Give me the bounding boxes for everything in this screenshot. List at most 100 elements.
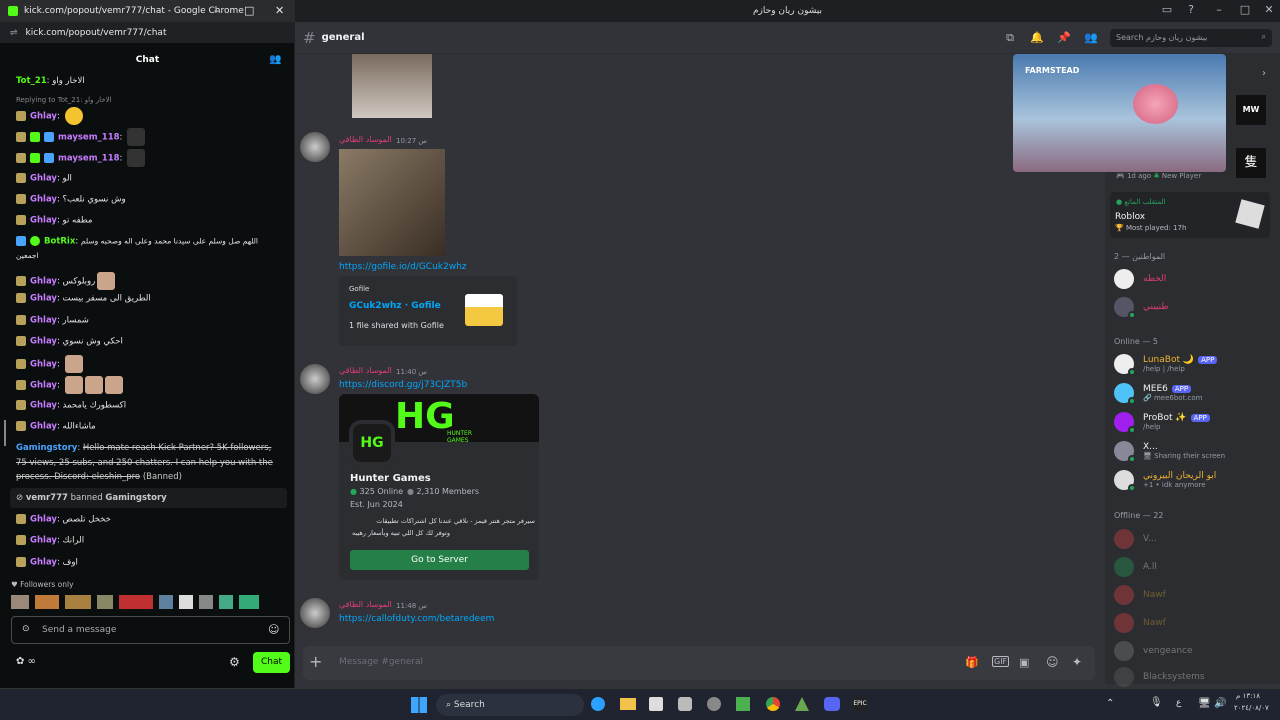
search-input[interactable]: Search بيشون ريان وحازم ⌕ (1110, 29, 1272, 47)
member-item[interactable]: الخطه (1114, 269, 1166, 289)
video-title: FARMSTEAD (1025, 66, 1080, 75)
input-icon: ⊙ (22, 624, 30, 634)
app-icon[interactable] (707, 697, 721, 711)
member-item-x[interactable]: X... 🖥 Sharing their screen (1114, 441, 1225, 463)
start-icon[interactable] (411, 697, 427, 713)
member-item[interactable]: طنيبني (1114, 297, 1169, 319)
member-item-offline[interactable]: Nawf (1114, 585, 1166, 605)
member-item-probot[interactable]: ProBot ✨ APP/help (1114, 412, 1210, 434)
member-item-offline[interactable]: Nawf (1114, 613, 1166, 633)
go-to-server-button[interactable]: Go to Server (350, 550, 529, 570)
ban-icon: ⊘ (16, 493, 24, 503)
close-icon[interactable]: ✕ (1263, 4, 1275, 16)
message-author[interactable]: الموساد الطاقي (339, 366, 392, 375)
gofile-embed: Gofile GCuk2whz · Gofile 1 file shared w… (339, 276, 517, 346)
member-item-offline[interactable]: Blacksystems (1114, 667, 1205, 687)
chevron-right-icon[interactable]: › (1262, 68, 1266, 79)
clock-time[interactable]: ١٣:١٨ م (1236, 692, 1260, 700)
volume-icon[interactable]: 🔊 (1214, 698, 1226, 709)
add-attachment-icon[interactable]: + (309, 652, 322, 671)
chat-message: maysem_118: (16, 149, 146, 167)
chat-message: Ghlay: روبلوكس (16, 272, 116, 290)
epic-games-icon[interactable]: EPIC (853, 697, 867, 711)
member-item-offline[interactable]: vengeance (1114, 641, 1193, 661)
cod-link[interactable]: https://callofduty.com/betaredeem (339, 614, 494, 624)
member-item-mee6[interactable]: MEE6 APP 🔗 mee6bot.com (1114, 383, 1203, 405)
member-item-biruni[interactable]: ابو الريحان البيروني +1 • idk anymore (1114, 470, 1216, 492)
server-icon: HG (349, 420, 395, 466)
site-info-icon[interactable]: ⇌ (10, 28, 18, 38)
emoji-icon[interactable]: ☺ (1046, 655, 1059, 669)
app-icon[interactable] (736, 697, 750, 711)
member-item-lunabot[interactable]: LunaBot 🌙 APP/help | /help (1114, 354, 1218, 376)
pin-icon[interactable]: 📌 (1057, 31, 1071, 44)
monkey-gif[interactable] (339, 149, 445, 256)
app-icon[interactable] (678, 697, 692, 711)
message-author[interactable]: الموساد الطاقي (339, 135, 392, 144)
settings-gear-icon[interactable]: ⚙ (229, 655, 240, 669)
network-icon[interactable]: 🖥 (1198, 698, 1211, 709)
users-icon[interactable]: 👥 (269, 54, 281, 65)
maximize-icon[interactable]: □ (1239, 4, 1251, 16)
embed-title[interactable]: GCuk2whz · Gofile (349, 301, 441, 311)
activity-game: Roblox (1115, 212, 1146, 222)
chat-message-continued: اجمعين (16, 251, 39, 260)
apps-icon[interactable]: ✦ (1072, 655, 1082, 669)
maximize-icon[interactable]: □ (244, 4, 254, 17)
offline-header: Offline — 22 (1114, 511, 1164, 520)
members-icon[interactable]: 👥 (1084, 31, 1098, 44)
chat-message: maysem_118: (16, 128, 146, 146)
discord-icon[interactable] (824, 697, 840, 711)
attachment-image[interactable] (352, 54, 432, 118)
member-item-offline[interactable]: A.ll (1114, 557, 1157, 577)
activity-played: 🏆 Most played: 17h (1115, 224, 1187, 232)
gift-icon[interactable]: 🎁 (965, 656, 979, 669)
clock-date[interactable]: ٢٠٢٤/٠٨/٠٧ (1234, 704, 1269, 712)
send-chat-button[interactable]: Chat (253, 652, 290, 673)
avatar[interactable] (300, 598, 330, 628)
help-icon[interactable]: ? (1185, 4, 1197, 16)
store-icon[interactable] (649, 697, 663, 711)
avatar[interactable] (300, 364, 330, 394)
app-icon[interactable] (795, 697, 809, 711)
search-placeholder: Search بيشون ريان وحازم (1116, 33, 1208, 42)
chevron-up-icon[interactable]: ⌃ (1106, 698, 1114, 709)
edge-icon[interactable] (591, 697, 605, 711)
threads-icon[interactable]: ⧉ (1003, 31, 1017, 45)
avatar[interactable] (300, 132, 330, 162)
emoji-icon[interactable]: ☺ (268, 623, 279, 636)
language-indicator[interactable]: ع (1176, 698, 1181, 708)
server-name: Hunter Games (350, 473, 431, 484)
invite-link[interactable]: https://discord.gg/j73CJZT5b (339, 380, 467, 390)
stream-preview[interactable]: FARMSTEAD (1013, 54, 1226, 172)
taskbar-search[interactable]: ⌕ Search (436, 694, 584, 716)
roblox-activity-card[interactable]: ● المتقلب الماتع Roblox 🏆 Most played: 1… (1110, 192, 1270, 238)
file-explorer-icon[interactable] (620, 698, 636, 710)
close-icon[interactable]: ✕ (275, 4, 284, 17)
activity-user: ● المتقلب الماتع (1116, 198, 1166, 206)
sticker-icon[interactable]: ▣ (1019, 656, 1029, 669)
server-invite-embed: HG HUNTER GAMES HG Hunter Games ● 325 On… (339, 394, 539, 580)
chrome-icon[interactable] (766, 697, 780, 711)
bell-icon[interactable]: 🔔 (1030, 31, 1044, 44)
address-bar[interactable]: ⇌ kick.com/popout/vemr777/chat (0, 22, 295, 43)
input-placeholder: Send a message (42, 625, 117, 635)
minimize-icon[interactable]: – (214, 4, 220, 17)
chat-input[interactable]: ⊙ Send a message ☺ (11, 616, 290, 644)
composer-placeholder: Message #general (339, 657, 424, 667)
taskbar: ⌕ Search EPIC ⌃ 🎙 ع 🖥 🔊 ١٣:١٨ م ٢٠٢٤/٠٨/… (0, 688, 1280, 720)
embed-desc: 1 file shared with Gofile (349, 321, 444, 330)
inbox-icon[interactable]: ▭ (1161, 4, 1173, 16)
member-item-offline[interactable]: V... (1114, 529, 1157, 549)
banned-message: Gamingstory: Hello mate reach Kick Partn… (16, 443, 273, 482)
online-header: Online — 5 (1114, 337, 1158, 346)
window-title: kick.com/popout/vemr777/chat - Google Ch… (24, 6, 244, 16)
minimize-icon[interactable]: – (1213, 4, 1225, 16)
message-author[interactable]: الموساد الطاقي (339, 600, 392, 609)
gif-icon[interactable]: GIF (992, 656, 1010, 667)
mic-icon[interactable]: 🎙 (1150, 697, 1163, 708)
server-desc-1: سيرفر متجر هنتر قيمز - نلاقي عندنا كل اش… (376, 517, 535, 525)
points-icon[interactable]: ✿ ∞ (16, 656, 36, 667)
message-composer[interactable]: + Message #general 🎁 GIF ▣ ☺ ✦ (303, 646, 1095, 680)
gofile-link[interactable]: https://gofile.io/d/GCuk2whz (339, 262, 467, 272)
